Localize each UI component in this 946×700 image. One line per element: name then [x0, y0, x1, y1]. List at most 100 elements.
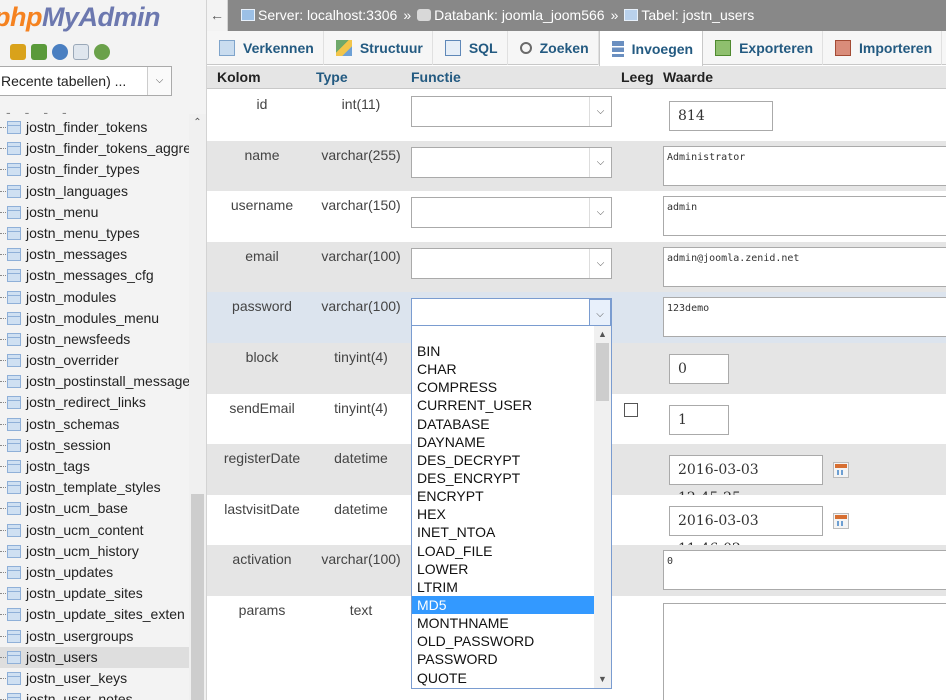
sidebar-table-item[interactable]: jostn_users — [0, 646, 190, 668]
sidebar-table-item[interactable]: jostn_menu — [0, 202, 190, 223]
function-option[interactable]: COMPRESS — [412, 378, 595, 396]
tab-invoegen[interactable]: Invoegen — [598, 31, 704, 66]
value-input[interactable]: 0 — [663, 550, 946, 591]
scrollbar-thumb[interactable] — [191, 494, 204, 700]
table-icon[interactable] — [7, 417, 21, 431]
table-icon[interactable] — [7, 269, 21, 283]
table-icon[interactable] — [7, 375, 21, 389]
sidebar-table-item[interactable]: jostn_ucm_history — [0, 541, 190, 562]
value-input[interactable] — [663, 603, 946, 700]
value-input[interactable]: Administrator — [663, 145, 946, 186]
function-option[interactable]: LOWER — [412, 560, 595, 578]
table-icon[interactable] — [7, 248, 21, 262]
help-icon[interactable] — [52, 44, 68, 60]
sidebar-table-item[interactable]: jostn_newsfeeds — [0, 329, 190, 350]
function-option[interactable]: LTRIM — [412, 578, 595, 596]
table-icon[interactable] — [7, 693, 21, 700]
function-option[interactable]: DAYNAME — [412, 433, 595, 451]
sidebar-table-item[interactable]: jostn_user_keys — [0, 668, 190, 689]
table-icon[interactable] — [7, 502, 21, 516]
tab-verkennen[interactable]: Verkennen — [207, 31, 324, 65]
header-functie[interactable]: Functie — [411, 69, 461, 85]
breadcrumb-server[interactable]: Server: localhost:3306 — [241, 0, 397, 31]
table-icon[interactable] — [7, 396, 21, 410]
value-input[interactable]: admin@joomla.zenid.net — [663, 246, 946, 287]
table-icon[interactable] — [7, 290, 21, 304]
scroll-up-icon[interactable]: ▲ — [594, 326, 611, 343]
sidebar-table-item[interactable]: jostn_postinstall_message — [0, 371, 190, 392]
chevron-down-icon[interactable]: ⌵ — [589, 147, 611, 177]
function-option[interactable]: DATABASE — [412, 415, 595, 433]
table-icon[interactable] — [7, 438, 21, 452]
breadcrumb-database[interactable]: Databank: joomla_joom566 — [417, 0, 605, 31]
table-icon[interactable] — [7, 142, 21, 156]
function-option[interactable]: ENCRYPT — [412, 487, 595, 505]
collapse-sidebar-icon[interactable]: ← — [207, 0, 228, 31]
table-icon[interactable] — [7, 523, 21, 537]
dropdown-scrollbar[interactable]: ▲ ▼ — [594, 326, 611, 688]
table-icon[interactable] — [7, 608, 21, 622]
sidebar-table-item[interactable]: jostn_session — [0, 435, 190, 456]
table-icon[interactable] — [7, 354, 21, 368]
table-icon[interactable] — [7, 121, 21, 134]
value-input[interactable]: 1 — [669, 404, 729, 435]
documentation-icon[interactable] — [73, 44, 89, 60]
sidebar-table-item[interactable]: jostn_user_notes — [0, 689, 190, 700]
value-input[interactable]: 2016-03-03 12:45:25 — [669, 455, 823, 506]
scrollbar-thumb[interactable] — [596, 343, 609, 401]
sidebar-table-item[interactable]: jostn_overrider — [0, 350, 190, 371]
function-select[interactable]: ⌵ — [411, 146, 612, 178]
sidebar-table-item[interactable]: jostn_template_styles — [0, 477, 190, 498]
sidebar-table-item[interactable]: jostn_finder_tokens_aggre — [0, 138, 190, 159]
chevron-down-icon[interactable]: ⌵ — [589, 97, 611, 126]
table-icon[interactable] — [7, 184, 21, 198]
table-icon[interactable] — [7, 629, 21, 643]
tab-structuur[interactable]: Structuur — [324, 31, 433, 65]
tab-exporteren[interactable]: Exporteren — [703, 31, 824, 65]
sidebar-table-item[interactable]: jostn_menu_types — [0, 223, 190, 244]
sidebar-table-item[interactable]: jostn_tags — [0, 456, 190, 477]
recent-tables-select[interactable]: Recente tabellen) ... ⌵ — [0, 66, 172, 96]
table-icon[interactable] — [7, 163, 21, 177]
calendar-icon[interactable] — [833, 512, 849, 529]
function-option[interactable]: CURRENT_USER — [412, 396, 595, 414]
home-icon[interactable] — [10, 44, 26, 60]
sidebar-table-item[interactable]: jostn_update_sites — [0, 583, 190, 604]
sidebar-table-item[interactable]: jostn_updates — [0, 562, 190, 583]
table-icon[interactable] — [7, 671, 21, 685]
table-icon[interactable] — [7, 587, 21, 601]
scroll-down-icon[interactable]: ▼ — [594, 671, 611, 688]
function-option[interactable]: DES_ENCRYPT — [412, 469, 595, 487]
null-checkbox[interactable] — [624, 402, 638, 417]
reload-icon[interactable] — [94, 44, 110, 60]
value-input[interactable]: 123demo — [663, 297, 946, 338]
sidebar-scrollbar[interactable]: ⌃ — [189, 114, 206, 700]
function-select[interactable]: ⌵ — [411, 96, 612, 127]
chevron-down-icon[interactable]: ⌵ — [589, 198, 611, 228]
sidebar-table-item[interactable]: jostn_modules — [0, 287, 190, 308]
scroll-up-icon[interactable]: ⌃ — [189, 114, 206, 131]
value-input[interactable]: 2016-03-03 11:46:02 — [669, 505, 823, 557]
sidebar-table-item[interactable]: jostn_messages — [0, 244, 190, 265]
sidebar-table-item[interactable]: jostn_languages — [0, 181, 190, 202]
function-option[interactable]: DES_DECRYPT — [412, 451, 595, 469]
function-option[interactable]: MD5 — [412, 595, 595, 615]
phpmyadmin-logo[interactable]: phpMyAdmin — [0, 2, 160, 33]
function-option[interactable]: HEX — [412, 505, 595, 523]
sidebar-table-item[interactable]: jostn_schemas — [0, 414, 190, 435]
function-select[interactable]: ⌵ — [411, 247, 612, 279]
table-icon[interactable] — [7, 226, 21, 240]
table-icon[interactable] — [7, 544, 21, 558]
value-input[interactable]: 0 — [669, 354, 729, 384]
sidebar-table-item[interactable]: jostn_messages_cfg — [0, 265, 190, 286]
function-option[interactable]: CHAR — [412, 360, 595, 378]
sidebar-table-item[interactable]: jostn_ucm_base — [0, 498, 190, 519]
tab-sql[interactable]: SQL — [433, 31, 508, 65]
sidebar-table-item[interactable]: jostn_modules_menu — [0, 308, 190, 329]
table-icon[interactable] — [7, 311, 21, 325]
tab-zoeken[interactable]: Zoeken — [508, 31, 599, 65]
value-input[interactable]: 814 — [669, 101, 773, 131]
value-input[interactable]: admin — [663, 196, 946, 237]
sidebar-table-item[interactable]: jostn_finder_tokens — [0, 117, 190, 138]
function-dropdown-list[interactable]: BIN CHAR COMPRESS CURRENT_USER DATABASE DAYNA… — [411, 325, 612, 689]
